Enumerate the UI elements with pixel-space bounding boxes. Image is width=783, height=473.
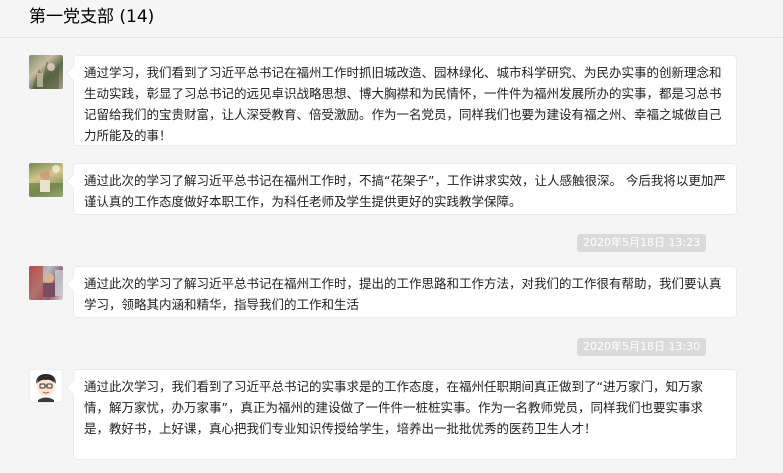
message-bubble: 通过学习，我们看到了习近平总书记在福州工作时抓旧城改造、园林绿化、城市科学研究、… [73, 55, 737, 146]
message-text: 通过此次的学习了解习近平总书记在福州工作时，提出的工作思路和工作方法，对我们的工… [84, 276, 722, 312]
message-text: 通过此次的学习了解习近平总书记在福州工作时，不搞“花架子”，工作讲求实效，让人感… [84, 173, 726, 209]
message-bubble: 通过此次的学习了解习近平总书记在福州工作时，不搞“花架子”，工作讲求实效，让人感… [73, 163, 737, 215]
message-timestamp: 2020年5月18日 13:23 [577, 234, 707, 252]
member-photo-avatar[interactable] [29, 163, 63, 197]
message-timestamp: 2020年5月18日 13:30 [577, 338, 707, 356]
chat-header: 第一党支部 (14) [0, 0, 783, 38]
message-bubble: 通过此次学习，我们看到了习近平总书记的实事求是的工作态度，在福州任职期间真正做到… [73, 369, 737, 460]
message-bubble: 通过此次的学习了解习近平总书记在福州工作时，提出的工作思路和工作方法，对我们的工… [73, 266, 737, 318]
message-text: 通过此次学习，我们看到了习近平总书记的实事求是的工作态度，在福州任职期间真正做到… [84, 379, 703, 436]
chat-title: 第一党支部 (14) [29, 7, 155, 27]
member-photo-avatar[interactable] [29, 266, 63, 300]
member-photo-avatar[interactable] [29, 55, 63, 89]
message-text: 通过学习，我们看到了习近平总书记在福州工作时抓旧城改造、园林绿化、城市科学研究、… [84, 65, 722, 143]
cartoon-avatar[interactable] [29, 369, 63, 403]
